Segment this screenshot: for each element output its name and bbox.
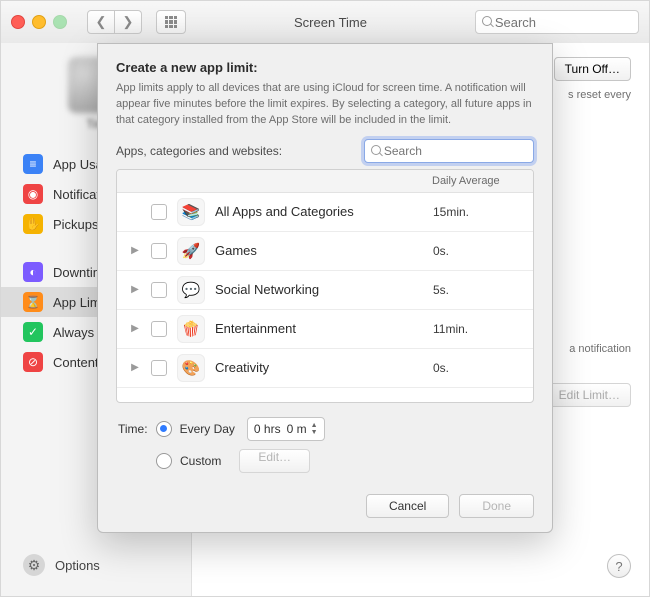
preferences-search-input[interactable] <box>493 14 632 31</box>
sheet-heading: Create a new app limit: <box>116 60 534 75</box>
gear-icon: ⚙ <box>23 554 45 576</box>
search-icon <box>371 145 382 157</box>
every-day-label: Every Day <box>180 422 235 436</box>
search-icon <box>482 16 493 28</box>
notifications-icon: ◉ <box>23 184 43 204</box>
list-label: Apps, categories and websites: <box>116 144 282 158</box>
edit-limit-button[interactable]: Edit Limit… <box>548 383 631 407</box>
category-checkbox[interactable] <box>151 360 167 376</box>
stepper-arrows-icon[interactable]: ▲▼ <box>311 422 318 436</box>
show-all-prefs-button[interactable] <box>156 10 186 34</box>
sidebar-item-label: Pickups <box>53 217 99 232</box>
category-search-input[interactable] <box>382 143 527 159</box>
preferences-search[interactable] <box>475 10 639 34</box>
category-icon: 📚 <box>177 198 205 226</box>
hours-value: 0 hrs <box>254 422 281 436</box>
category-label: Entertainment <box>215 321 433 336</box>
category-daily-average: 0s. <box>433 244 533 258</box>
close-window-button[interactable] <box>11 15 25 29</box>
category-list: Daily Average 📚 All Apps and Categories15… <box>116 169 534 403</box>
minutes-value: 0 m <box>287 422 307 436</box>
disclosure-triangle-icon[interactable]: ▶ <box>129 245 141 256</box>
back-button[interactable]: ❮ <box>87 10 115 34</box>
window-title: Screen Time <box>194 15 467 30</box>
traffic-lights <box>11 15 67 29</box>
screen-time-window: ❮ ❯ Screen Time Tim ≡App Usage◉Notificat… <box>0 0 650 597</box>
category-icon: 💬 <box>177 276 205 304</box>
app-limits-icon: ⌛ <box>23 292 43 312</box>
category-label: All Apps and Categories <box>215 204 433 219</box>
category-checkbox[interactable] <box>151 243 167 259</box>
zoom-window-button[interactable] <box>53 15 67 29</box>
grid-icon <box>165 16 177 28</box>
custom-edit-button: Edit… <box>239 449 310 473</box>
category-row[interactable]: ▶ 🍿 Entertainment11min. <box>117 310 533 349</box>
category-checkbox[interactable] <box>151 282 167 298</box>
content-icon: ⊘ <box>23 352 43 372</box>
category-row[interactable]: ▶ 🎨 Creativity0s. <box>117 349 533 388</box>
nav-segmented: ❮ ❯ <box>87 10 142 34</box>
category-icon: 🚀 <box>177 237 205 265</box>
help-button[interactable]: ? <box>607 554 631 578</box>
category-search[interactable] <box>364 139 534 163</box>
bg-notif-text: a notification <box>569 343 631 355</box>
category-checkbox[interactable] <box>151 321 167 337</box>
category-row[interactable]: ▶ 💬 Social Networking5s. <box>117 271 533 310</box>
disclosure-triangle-icon[interactable]: ▶ <box>129 323 141 334</box>
disclosure-triangle-icon[interactable]: ▶ <box>129 284 141 295</box>
category-label: Games <box>215 243 433 258</box>
category-row[interactable]: ▶ 🚀 Games0s. <box>117 232 533 271</box>
category-daily-average: 11min. <box>433 322 533 336</box>
category-icon: 🎨 <box>177 354 205 382</box>
done-button: Done <box>459 494 534 518</box>
category-daily-average: 5s. <box>433 283 533 297</box>
custom-label: Custom <box>180 454 221 468</box>
window-titlebar: ❮ ❯ Screen Time <box>1 1 649 44</box>
bg-reset-text: s reset every <box>568 89 631 101</box>
minimize-window-button[interactable] <box>32 15 46 29</box>
turn-off-button[interactable]: Turn Off… <box>554 57 631 81</box>
downtime-icon: ◐ <box>23 262 43 282</box>
category-label: Social Networking <box>215 282 433 297</box>
custom-radio[interactable] <box>156 453 172 469</box>
pickups-icon: ✋ <box>23 214 43 234</box>
category-label: Creativity <box>215 360 433 375</box>
new-app-limit-sheet: Create a new app limit: App limits apply… <box>97 43 553 533</box>
category-daily-average: 0s. <box>433 361 533 375</box>
time-label: Time: <box>118 422 148 436</box>
always-allowed-icon: ✓ <box>23 322 43 342</box>
category-daily-average: 15min. <box>433 205 533 219</box>
category-icon: 🍿 <box>177 315 205 343</box>
options-button[interactable]: ⚙ Options <box>1 538 191 596</box>
cancel-button[interactable]: Cancel <box>366 494 449 518</box>
forward-button[interactable]: ❯ <box>115 10 142 34</box>
sidebar-item-label: Content <box>53 355 99 370</box>
category-checkbox[interactable] <box>151 204 167 220</box>
column-header-avg: Daily Average <box>117 170 533 193</box>
every-day-radio[interactable] <box>156 421 172 437</box>
sheet-description: App limits apply to all devices that are… <box>116 81 534 129</box>
options-label: Options <box>55 558 100 573</box>
disclosure-triangle-icon[interactable]: ▶ <box>129 362 141 373</box>
app-usage-icon: ≡ <box>23 154 43 174</box>
category-row[interactable]: 📚 All Apps and Categories15min. <box>117 193 533 232</box>
time-stepper[interactable]: 0 hrs 0 m ▲▼ <box>247 417 325 441</box>
